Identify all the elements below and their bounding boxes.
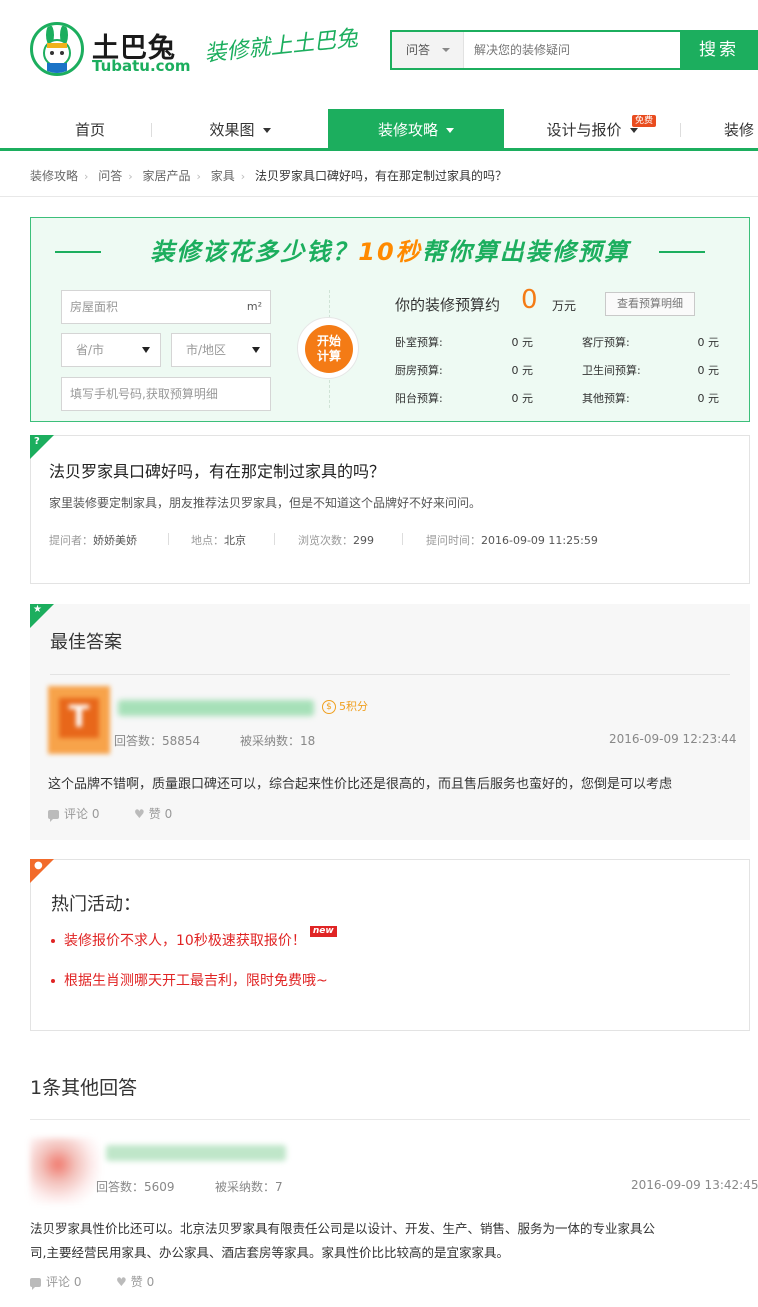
divider — [50, 674, 730, 675]
other-answer-content-line1: 法贝罗家具性价比还可以。北京法贝罗家具有限责任公司是以设计、开发、生产、销售、服… — [30, 1221, 656, 1236]
budget-room-label: 阳台预算: — [395, 392, 443, 405]
other-adopted-count: 被采纳数：7 — [215, 1180, 283, 1194]
question-description: 家里装修要定制家具，朋友推荐法贝罗家具，但是不知道这个品牌好不好来问问。 — [49, 496, 482, 510]
calculator-title: 装修该花多少钱？10秒帮你算出装修预算 — [150, 238, 630, 266]
breadcrumb-item[interactable]: 家居产品 — [143, 169, 191, 183]
other-answers-title: 1条其他回答 — [30, 1077, 138, 1099]
budget-room-label: 客厅预算: — [582, 336, 630, 349]
question-asker: 提问者：娇娇美娇 — [49, 534, 137, 547]
best-answer-card: ★ 最佳答案 T $5积分 回答数：58854 被采纳数：18 2016-09-… — [30, 604, 750, 840]
nav-item-decor[interactable]: 装修 — [724, 109, 758, 151]
answer-time: 2016-09-09 12:23:44 — [609, 732, 737, 746]
answer-content: 这个品牌不错啊，质量跟口碑还可以，综合起来性价比还是很高的，而且售后服务也蛮好的… — [48, 777, 673, 792]
breadcrumb: 装修攻略 › 问答 › 家居产品 › 家具 › 法贝罗家具口碑好吗，有在那定制过家具的吗… — [30, 167, 507, 184]
other-answerer-avatar[interactable] — [30, 1138, 100, 1204]
chevron-down-icon — [262, 128, 271, 133]
question-mark-icon: ? — [34, 436, 40, 447]
breadcrumb-item[interactable]: 问答 — [98, 169, 122, 183]
hot-activities-title: 热门活动： — [51, 894, 141, 915]
budget-calculator: 装修该花多少钱？10秒帮你算出装修预算 房屋面积 m² 省/市 市/地区 填写手… — [30, 217, 750, 422]
budget-value: 0 — [521, 285, 538, 315]
province-select[interactable]: 省/市 — [61, 333, 161, 367]
main-nav: 首页 效果图 装修攻略 设计与报价 免费 装修 — [0, 109, 758, 151]
budget-room-value: 0 元 — [511, 364, 534, 377]
like-button[interactable]: ♥ 赞 0 — [134, 805, 172, 822]
chevron-right-icon: › — [240, 170, 246, 183]
budget-room-label: 厨房预算: — [395, 364, 443, 377]
divider — [0, 196, 758, 197]
other-answer-time: 2016-09-09 13:42:45 — [631, 1178, 758, 1192]
flame-icon: ● — [34, 860, 43, 871]
other-like-button[interactable]: ♥ 赞 0 — [116, 1273, 154, 1290]
nav-item-gallery[interactable]: 效果图 — [152, 109, 328, 151]
answerer-name-blurred[interactable] — [118, 700, 314, 716]
budget-room-value: 0 元 — [511, 392, 534, 405]
nav-item-home[interactable]: 首页 — [30, 109, 150, 151]
chevron-down-icon — [629, 128, 638, 133]
budget-room-value: 0 元 — [697, 364, 720, 377]
comment-icon — [30, 1278, 41, 1290]
budget-room-value: 0 元 — [511, 336, 534, 349]
budget-room-label: 其他预算: — [582, 392, 630, 405]
budget-room-value: 0 元 — [697, 392, 720, 405]
adopted-count: 被采纳数：18 — [240, 734, 316, 748]
logo-icon[interactable] — [30, 22, 84, 76]
breadcrumb-item[interactable]: 装修攻略 — [30, 169, 78, 183]
caret-down-icon — [142, 347, 150, 353]
heart-icon: ♥ — [116, 1275, 127, 1289]
divider — [30, 1119, 750, 1120]
other-answer-content-line2: 司,主要经营民用家具、办公家具、酒店套房等家具。家具性价比比较高的是宜家家具。 — [30, 1245, 509, 1260]
comment-icon — [48, 810, 59, 822]
area-input[interactable]: 房屋面积 m² — [61, 290, 271, 324]
budget-unit: 万元 — [552, 299, 577, 313]
question-location: 地点：北京 — [191, 534, 246, 547]
budget-room-label: 卧室预算: — [395, 336, 443, 349]
star-icon: ★ — [33, 604, 42, 615]
hot-activities-card: ● 热门活动： 装修报价不求人，10秒极速获取报价！new 根据生肖测哪天开工最… — [30, 859, 750, 1031]
nav-item-guide[interactable]: 装修攻略 — [328, 109, 504, 151]
chevron-right-icon: › — [196, 170, 201, 183]
question-time: 提问时间：2016-09-09 11:25:59 — [426, 534, 598, 547]
other-answer-count: 回答数：5609 — [96, 1180, 175, 1194]
question-card: ? 法贝罗家具口碑好吗，有在那定制过家具的吗？ 家里装修要定制家具，朋友推荐法贝… — [30, 435, 750, 584]
city-select[interactable]: 市/地区 — [171, 333, 271, 367]
slogan: 装修就上土巴兔 — [203, 26, 360, 67]
answerer-avatar[interactable]: T — [48, 686, 110, 754]
question-views: 浏览次数：299 — [298, 534, 374, 547]
comment-button[interactable]: 评论 0 — [48, 805, 99, 822]
chevron-down-icon — [442, 48, 450, 52]
breadcrumb-item[interactable]: 家具 — [211, 169, 235, 183]
hot-activity-link[interactable]: 装修报价不求人，10秒极速获取报价！new — [51, 926, 337, 950]
other-answerer-name-blurred[interactable] — [106, 1145, 286, 1161]
coin-icon: $ — [322, 700, 336, 714]
points-badge: $5积分 — [322, 698, 368, 714]
hot-activity-link[interactable]: 根据生肖测哪天开工最吉利，限时免费哦~ — [51, 970, 328, 990]
budget-room-label: 卫生间预算: — [582, 364, 641, 377]
budget-label: 你的装修预算约 — [395, 296, 501, 314]
start-calc-button[interactable]: 开始 计算 — [305, 325, 353, 373]
asker-link[interactable]: 娇娇美娇 — [93, 534, 137, 547]
view-budget-detail-button[interactable]: 查看预算明细 — [605, 292, 695, 316]
search-category-label: 问答 — [406, 43, 431, 57]
logo-domain[interactable]: Tubatu.com — [92, 57, 191, 75]
phone-input[interactable]: 填写手机号码,获取预算明细 — [61, 377, 271, 411]
search-bar: 问答 搜索 — [390, 30, 758, 70]
chevron-right-icon: › — [84, 170, 89, 183]
new-badge: new — [309, 926, 337, 937]
best-answer-title: 最佳答案 — [50, 632, 122, 653]
search-input[interactable] — [474, 32, 674, 68]
question-title: 法贝罗家具口碑好吗，有在那定制过家具的吗？ — [49, 462, 386, 481]
other-comment-button[interactable]: 评论 0 — [30, 1273, 81, 1290]
answer-count: 回答数：58854 — [114, 734, 201, 748]
budget-room-value: 0 元 — [697, 336, 720, 349]
breadcrumb-current: 法贝罗家具口碑好吗，有在那定制过家具的吗？ — [255, 169, 508, 183]
chevron-right-icon: › — [128, 170, 133, 183]
free-badge: 免费 — [632, 115, 657, 127]
heart-icon: ♥ — [134, 807, 145, 821]
chevron-down-icon — [446, 128, 454, 133]
caret-down-icon — [252, 347, 260, 353]
search-button[interactable]: 搜索 — [680, 30, 758, 70]
search-category-select[interactable]: 问答 — [392, 32, 464, 68]
